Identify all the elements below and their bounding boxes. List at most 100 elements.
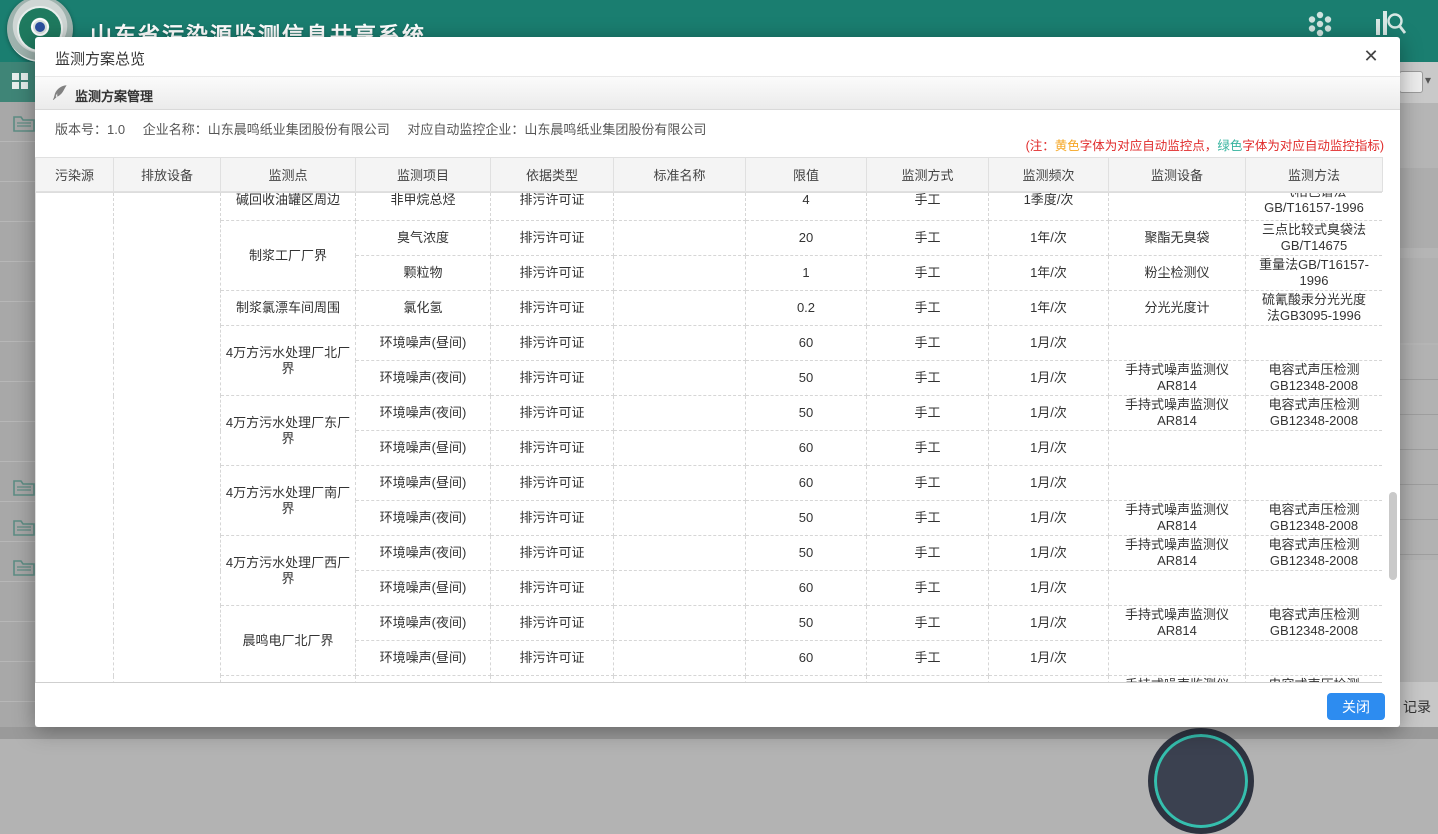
table-cell: 电容式声压检测GB12348-2008 [1246,501,1383,536]
chevron-down-icon[interactable]: ▾ [1425,73,1431,87]
table-cell: 环境噪声(夜间) [356,396,491,431]
table-cell: 电容式声压检测GB12348-2008 [1246,606,1383,641]
table-cell: 1年/次 [989,291,1109,326]
table-cell: 手持式噪声监测仪AR814 [1109,396,1246,431]
table-cell: 4万方污水处理厂北厂界 [221,326,356,396]
yellow-legend: 黄色 [1055,139,1080,153]
table-cell: 晨鸣电厂北厂界 [221,606,356,676]
table-cell [114,193,221,683]
table-cell: 60 [746,431,867,466]
table-cell [1109,326,1246,361]
sidebar [0,62,35,727]
company-value: 山东晨鸣纸业集团股份有限公司 [208,122,390,137]
table-cell: 排污许可证 [491,606,614,641]
column-header: 限值 [746,158,867,192]
table-cell: 排污许可证 [491,256,614,291]
table-cell: 手持式噪声监测仪AR814 [1109,536,1246,571]
table-scroll-area[interactable]: 碱回收油罐区周边非甲烷总烃排污许可证4手工1季度/次气相色谱法GB/T16157… [35,193,1382,683]
monitoring-plan-modal: 监测方案总览 ✕ 监测方案管理 版本号：1.0 企业名称：山东晨鸣纸业集团股份有… [35,37,1400,727]
auto-company-label: 对应自动监控企业： [407,122,524,137]
query-stats-icon[interactable] [1374,9,1406,37]
column-header: 监测点 [221,158,356,192]
table-cell: 颗粒物 [356,256,491,291]
table-cell: 50 [746,501,867,536]
folder-icon[interactable] [13,518,35,536]
background-block [1400,258,1438,343]
table-cell: 4万方污水处理厂东厂界 [221,396,356,466]
modal-header: 监测方案总览 ✕ [35,37,1400,77]
scrollbar-thumb[interactable] [1389,492,1397,580]
table-cell: 手工 [867,256,989,291]
folder-icon[interactable] [13,114,35,132]
column-header: 监测频次 [989,158,1109,192]
table-cell [1246,326,1383,361]
table-cell [614,606,746,641]
table-cell: 制浆工厂厂界 [221,221,356,291]
column-header: 监测方式 [867,158,989,192]
version-value: 1.0 [107,122,125,137]
table-cell: 手持式噪声监测仪AR814 [1109,361,1246,396]
auto-company-value: 山东晨鸣纸业集团股份有限公司 [524,122,706,137]
table-cell: 排污许可证 [491,641,614,676]
table-row: 碱回收油罐区周边非甲烷总烃排污许可证4手工1季度/次气相色谱法GB/T16157… [36,193,1383,221]
table-row: 晨鸣电厂北厂界环境噪声(夜间)排污许可证50手工1月/次手持式噪声监测仪AR81… [36,606,1383,641]
table-cell [614,193,746,221]
table-cell: 硫氰酸汞分光光度法GB3095-1996 [1246,291,1383,326]
table-cell: 排污许可证 [491,431,614,466]
table-cell: 60 [746,641,867,676]
table-cell: 手工 [867,326,989,361]
close-button[interactable]: 关闭 [1327,693,1385,720]
background-dropdown[interactable] [1399,71,1423,93]
table-cell: 50 [746,396,867,431]
table-cell: 1季度/次 [989,193,1109,221]
column-header: 排放设备 [114,158,221,192]
green-legend: 绿色 [1217,139,1242,153]
table-cell: 环境噪声(夜间) [356,536,491,571]
table-cell: 手持式噪声监测仪AR814 [1109,606,1246,641]
table-cell: 1月/次 [989,431,1109,466]
table-cell: 排污许可证 [491,396,614,431]
table-cell [1109,193,1246,221]
table-cell: 手工 [867,431,989,466]
table-cell: 排污许可证 [491,361,614,396]
table-cell: 手工 [867,193,989,221]
table-cell: 排污许可证 [491,571,614,606]
folder-icon[interactable] [13,558,35,576]
table-cell: 非甲烷总烃 [356,193,491,221]
legend-note: (注：黄色字体为对应自动监控点，绿色字体为对应自动监控指标) [1026,135,1384,154]
table-cell: 1月/次 [989,571,1109,606]
table-cell [1109,466,1246,501]
table-cell: 手工 [867,221,989,256]
company-label: 企业名称： [143,122,208,137]
table-cell [614,641,746,676]
table-cell: 环境噪声(夜间) [356,361,491,396]
table-cell: 1月/次 [989,641,1109,676]
folder-icon[interactable] [13,478,35,496]
table-cell: 手持式噪声监测仪AR814 [1109,501,1246,536]
apps-dots-icon[interactable] [1305,10,1335,38]
table-cell: 碱回收油罐区周边 [221,193,356,221]
table-cell: 环境噪声(夜间) [356,606,491,641]
table-cell: 手工 [867,466,989,501]
table-cell: 4万方污水处理厂西厂界 [221,536,356,606]
table-body: 碱回收油罐区周边非甲烷总烃排污许可证4手工1季度/次气相色谱法GB/T16157… [36,193,1383,683]
table-cell: 电容式声压检测GB12348-2008 [1246,361,1383,396]
table-cell [1246,641,1383,676]
table-cell [1246,466,1383,501]
table-cell: 手工 [867,501,989,536]
table-cell: 手工 [867,606,989,641]
table-cell: 1年/次 [989,256,1109,291]
table-cell [614,361,746,396]
table-cell: 1月/次 [989,501,1109,536]
table-row: 4万方污水处理厂西厂界环境噪声(夜间)排污许可证50手工1月/次手持式噪声监测仪… [36,536,1383,571]
table-cell: 排污许可证 [491,326,614,361]
table-cell: 50 [746,536,867,571]
close-icon[interactable]: ✕ [1360,46,1382,67]
table-cell [614,466,746,501]
table-cell: 手工 [867,396,989,431]
background-table-rows [1400,345,1438,560]
table-cell [1246,571,1383,606]
column-header: 监测项目 [356,158,491,192]
quill-pen-icon [51,84,68,101]
record-count-label: 记录 [1403,697,1431,717]
